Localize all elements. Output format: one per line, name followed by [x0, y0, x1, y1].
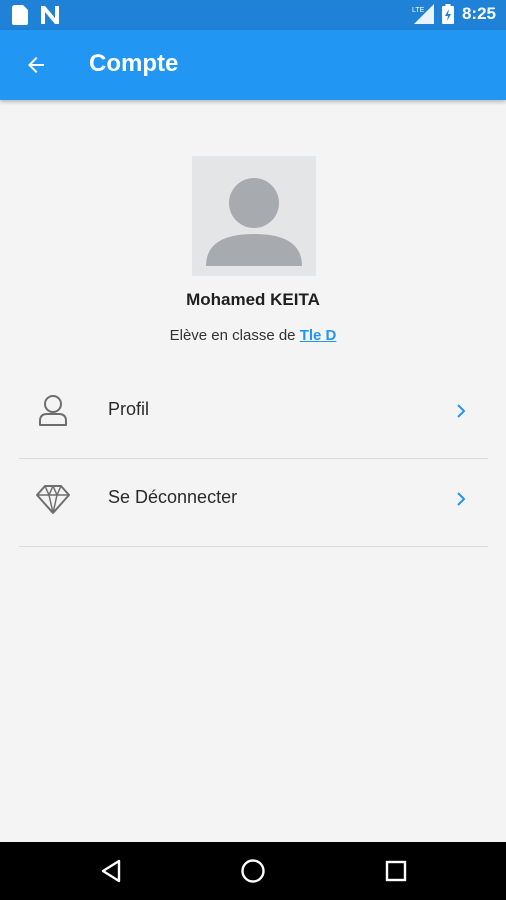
- menu-item-logout[interactable]: Se Déconnecter: [19, 459, 488, 547]
- status-right-icons: LTE 8:25: [412, 4, 496, 24]
- status-time: 8:25: [461, 4, 496, 23]
- diamond-icon: [36, 485, 70, 514]
- app-bar: Compte: [0, 30, 506, 100]
- menu-item-label: Profil: [108, 399, 150, 419]
- page-title: Compte: [89, 50, 179, 77]
- nav-home-button[interactable]: [238, 856, 268, 886]
- svg-text:LTE: LTE: [412, 7, 425, 14]
- class-line: Elève en classe de Tle D: [0, 327, 506, 344]
- home-circle-icon: [241, 859, 265, 883]
- back-button[interactable]: [14, 43, 58, 87]
- battery-icon: [441, 4, 454, 24]
- sim-card-icon: [12, 5, 28, 25]
- recents-square-icon: [385, 860, 407, 882]
- nav-back-button[interactable]: [97, 856, 127, 886]
- n-notification-icon: [41, 6, 59, 24]
- chevron-right-icon: [457, 492, 466, 506]
- back-triangle-icon: [101, 859, 121, 883]
- chevron-right-icon: [457, 404, 466, 418]
- system-nav-bar: [0, 842, 506, 900]
- status-bar: LTE 8:25: [0, 0, 506, 30]
- menu-item-label: Se Déconnecter: [108, 487, 238, 507]
- user-name: Mohamed KEITA: [186, 290, 320, 309]
- divider: [19, 546, 488, 547]
- person-placeholder-icon: [206, 178, 302, 266]
- user-icon: [39, 395, 67, 426]
- status-left-icons: [12, 5, 60, 25]
- menu-item-profil[interactable]: Profil: [19, 371, 488, 459]
- class-link[interactable]: Tle D: [300, 327, 337, 344]
- lte-signal-icon: LTE: [412, 4, 434, 24]
- class-prefix: Elève en classe de: [169, 327, 296, 344]
- arrow-back-icon: [28, 57, 44, 73]
- avatar: [192, 156, 316, 276]
- nav-recents-button[interactable]: [381, 856, 411, 886]
